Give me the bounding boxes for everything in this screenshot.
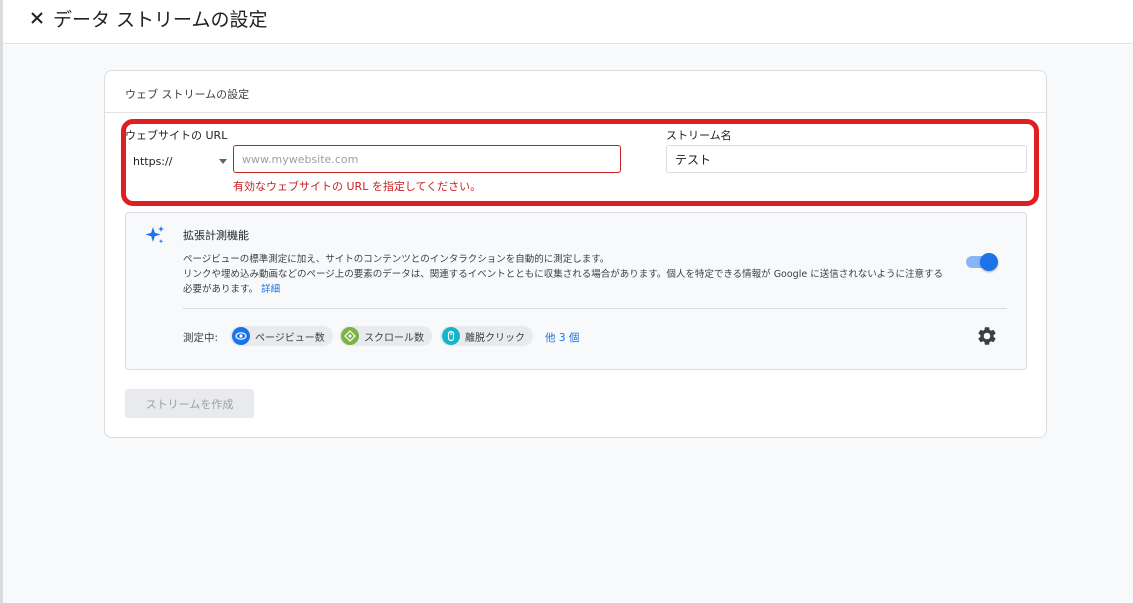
enhanced-measurement-title: 拡張計測機能 — [183, 229, 249, 242]
chip-label: ページビュー数 — [255, 332, 325, 344]
red-highlight-annotation — [121, 119, 1039, 206]
card-divider — [105, 112, 1046, 113]
chip-outbound-clicks: 離脱クリック — [440, 326, 533, 346]
toggle-knob — [980, 253, 998, 271]
compass-icon — [341, 327, 359, 345]
more-events-link[interactable]: 他 3 個 — [545, 330, 579, 345]
learn-more-link[interactable]: 詳細 — [261, 284, 280, 295]
gear-icon[interactable] — [976, 325, 998, 347]
close-button[interactable] — [25, 6, 49, 30]
chip-scrolls: スクロール数 — [339, 326, 432, 346]
close-icon — [31, 12, 43, 24]
sparkle-icon — [145, 226, 164, 244]
enhanced-measurement-panel: 拡張計測機能 ページビューの標準測定に加え、サイトのコンテンツとのインタラクショ… — [125, 212, 1027, 370]
enhanced-measurement-toggle[interactable] — [966, 253, 998, 271]
description-line-2: リンクや埋め込み動画などのページ上の要素のデータは、関連するイベントとともに収集… — [183, 269, 944, 280]
chip-label: スクロール数 — [364, 332, 424, 344]
enhanced-measurement-description: ページビューの標準測定に加え、サイトのコンテンツとのインタラクションを自動的に測… — [183, 252, 973, 297]
header: データ ストリームの設定 — [3, 0, 1133, 44]
panel-divider — [183, 308, 1007, 309]
eye-icon — [232, 327, 250, 345]
create-stream-button[interactable]: ストリームを作成 — [125, 389, 254, 418]
description-line-1: ページビューの標準測定に加え、サイトのコンテンツとのインタラクションを自動的に測… — [183, 254, 610, 265]
main-area: ウェブ ストリームの設定 ウェブサイトの URL https:// 有効なウェブ… — [3, 45, 1133, 603]
chip-label: 離脱クリック — [465, 332, 525, 344]
description-line-3: 必要があります。 詳細 — [183, 282, 973, 297]
web-stream-settings-card: ウェブ ストリームの設定 ウェブサイトの URL https:// 有効なウェブ… — [104, 70, 1047, 438]
measuring-label: 測定中: — [183, 332, 219, 344]
card-title: ウェブ ストリームの設定 — [125, 88, 250, 101]
mouse-icon — [442, 327, 460, 345]
chip-page-views: ページビュー数 — [230, 326, 333, 346]
page-title: データ ストリームの設定 — [53, 9, 268, 31]
description-line-3-text: 必要があります。 — [183, 284, 259, 295]
